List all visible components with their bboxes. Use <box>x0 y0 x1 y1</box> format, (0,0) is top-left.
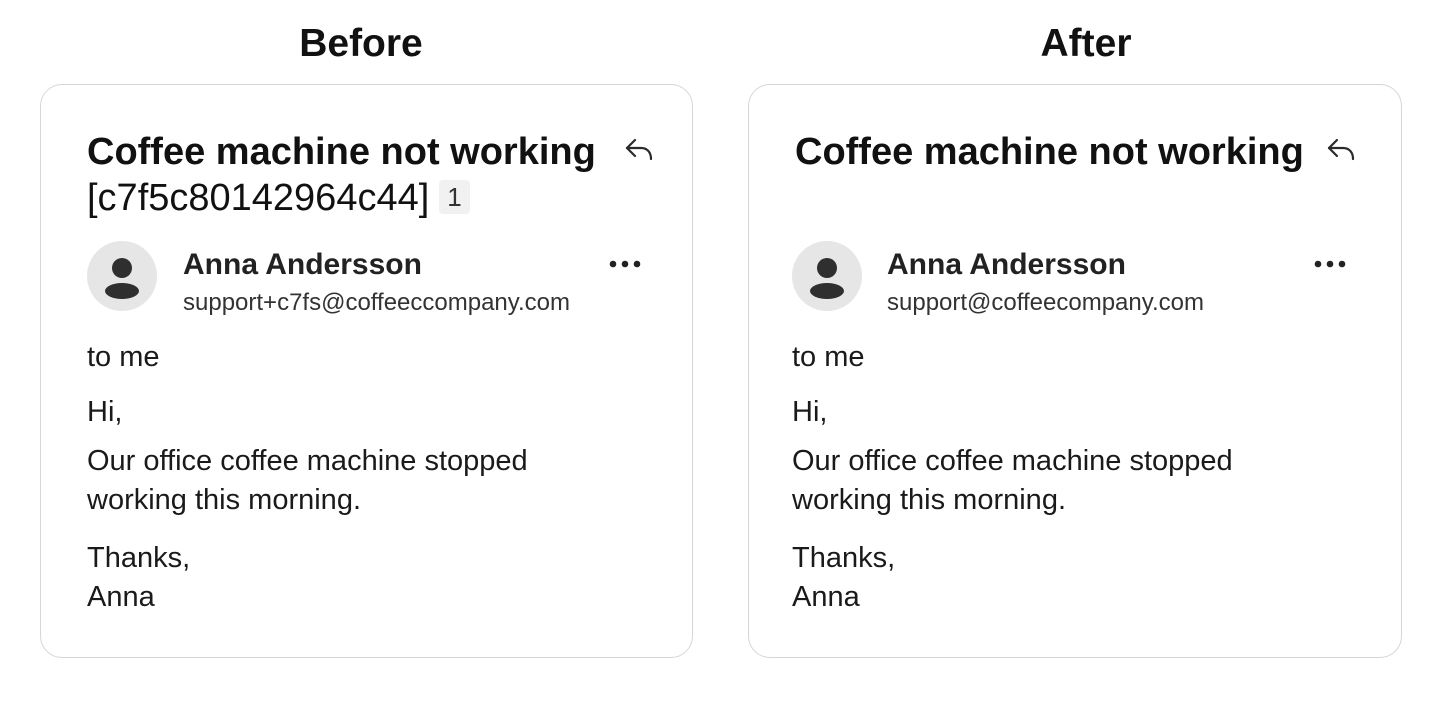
subject-title: Coffee machine not working <box>795 131 1304 173</box>
subject-tag: [c7f5c80142964c44] <box>87 177 430 219</box>
sender-email: support+c7fs@coffeeccompany.com <box>183 289 570 316</box>
email-body-line: Our office coffee machine stopped <box>87 445 528 477</box>
email-body-line: working this morning. <box>792 484 1066 516</box>
recipient-line: to me <box>87 341 160 373</box>
email-card-before: Coffee machine not working [c7f5c8014296… <box>40 84 693 658</box>
email-closing: Thanks, <box>87 542 191 574</box>
email-signature: Anna <box>792 581 860 613</box>
sender-name: Anna Andersson <box>183 248 422 281</box>
panel-heading-after: After <box>1040 22 1132 65</box>
email-body-line: Our office coffee machine stopped <box>792 445 1233 477</box>
email-signature: Anna <box>87 581 155 613</box>
recipient-line: to me <box>792 341 865 373</box>
person-icon <box>105 258 139 299</box>
sender-email: support@coffeecompany.com <box>887 289 1204 316</box>
sender-name: Anna Andersson <box>887 248 1126 281</box>
email-greeting: Hi, <box>792 396 828 428</box>
email-card-after: Coffee machine not working Anna Andersso… <box>748 84 1402 658</box>
sender-avatar <box>792 241 862 311</box>
person-icon <box>810 258 844 299</box>
subject-title: Coffee machine not working <box>87 131 596 173</box>
panel-heading-before: Before <box>299 22 423 65</box>
email-subject: Coffee machine not working [c7f5c8014296… <box>87 129 617 221</box>
email-greeting: Hi, <box>87 396 123 428</box>
reply-icon[interactable] <box>1325 135 1357 165</box>
email-closing: Thanks, <box>792 542 896 574</box>
reply-icon[interactable] <box>623 135 655 165</box>
email-body-line: working this morning. <box>87 484 361 516</box>
sender-avatar <box>87 241 157 311</box>
email-subject: Coffee machine not working <box>795 129 1335 175</box>
more-options-icon[interactable] <box>608 257 642 271</box>
more-options-icon[interactable] <box>1313 257 1347 271</box>
message-count-badge: 1 <box>439 180 470 214</box>
